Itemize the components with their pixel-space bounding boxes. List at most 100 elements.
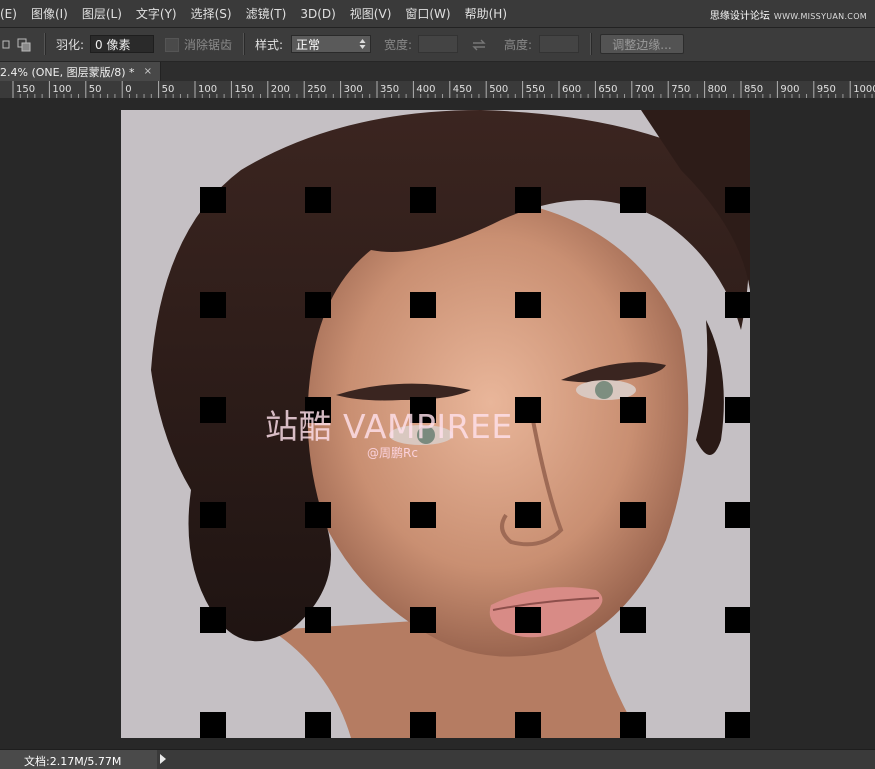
height-label: 高度: (504, 38, 533, 52)
ruler-label: 500 (489, 84, 508, 95)
menu-window[interactable]: 窗口(W) (399, 5, 456, 22)
mask-square (515, 292, 541, 318)
mask-square (200, 397, 226, 423)
updown-arrow-icon (359, 39, 366, 49)
document-size-text: 文档:2.17M/5.77M (24, 755, 122, 768)
menu-3d[interactable]: 3D(D) (294, 7, 341, 21)
overlay-title: 站酷 VAMPIREE (265, 407, 513, 446)
ruler-label: 100 (52, 84, 71, 95)
status-bar: 文档:2.17M/5.77M (0, 749, 875, 769)
ruler-label: 750 (671, 84, 690, 95)
watermark-text: 思缘设计论坛 (709, 11, 770, 22)
mask-square (725, 607, 750, 633)
ruler-label: 150 (16, 84, 35, 95)
mask-square (305, 607, 331, 633)
separator (44, 33, 46, 55)
ruler-label: 100 (198, 84, 217, 95)
mask-square (725, 187, 750, 213)
ruler-label: 200 (271, 84, 290, 95)
mask-square (620, 502, 646, 528)
document-tab-title: 2.4% (ONE, 图层蒙版/8) * (0, 65, 135, 79)
document-tab[interactable]: 2.4% (ONE, 图层蒙版/8) * × (0, 62, 161, 81)
mask-square (200, 502, 226, 528)
ruler-label: 50 (89, 84, 102, 95)
ruler-label: 0 (125, 84, 131, 95)
ruler-label: 450 (453, 84, 472, 95)
mask-square (200, 187, 226, 213)
style-select-value: 正常 (296, 37, 321, 52)
mask-square (410, 607, 436, 633)
mask-square (620, 607, 646, 633)
mask-square (515, 397, 541, 423)
ruler-label: 350 (380, 84, 399, 95)
ruler-label: 650 (598, 84, 617, 95)
status-menu-arrow-icon[interactable] (160, 754, 166, 764)
mask-square (410, 712, 436, 738)
document-canvas[interactable]: 站酷 VAMPIREE @周鹏Rc (121, 110, 750, 738)
menu-view[interactable]: 视图(V) (344, 5, 398, 22)
mask-square (200, 712, 226, 738)
mask-square (200, 607, 226, 633)
mask-square (515, 187, 541, 213)
width-label: 宽度: (384, 38, 413, 52)
style-select[interactable]: 正常 (291, 35, 371, 53)
ruler-label: 300 (344, 84, 363, 95)
ruler-label: 700 (635, 84, 654, 95)
mask-square (515, 502, 541, 528)
mask-square (305, 292, 331, 318)
mask-square (620, 397, 646, 423)
mask-square (305, 502, 331, 528)
menu-select[interactable]: 选择(S) (185, 5, 238, 22)
horizontal-ruler: 150 100 50 0 50 100 150 200 250 300 350 400 450 500 55… (0, 81, 875, 99)
mask-square (410, 502, 436, 528)
document-tabs: 2.4% (ONE, 图层蒙版/8) * × (0, 62, 875, 81)
ruler-label: 150 (234, 84, 253, 95)
feather-input[interactable]: 0 像素 (90, 35, 154, 53)
ruler-label: 900 (780, 84, 799, 95)
mask-square (305, 187, 331, 213)
refine-edge-button[interactable]: 调整边缘... (600, 34, 684, 54)
menu-filter[interactable]: 滤镜(T) (240, 5, 293, 22)
close-icon[interactable]: × (144, 66, 152, 77)
mask-square (200, 292, 226, 318)
mask-square (410, 292, 436, 318)
menu-image[interactable]: 图像(I) (25, 5, 74, 22)
ruler-label: 950 (817, 84, 836, 95)
swap-dimensions-icon[interactable] (471, 28, 487, 61)
separator (243, 33, 245, 55)
watermark-site: WWW.MISSYUAN.COM (773, 12, 867, 21)
ruler-label: 1000 (853, 84, 875, 95)
mask-square (515, 712, 541, 738)
height-input[interactable] (539, 35, 579, 53)
mask-square (515, 607, 541, 633)
menu-help[interactable]: 帮助(H) (459, 5, 513, 22)
menu-edit[interactable]: (E) (0, 7, 23, 21)
mask-square (725, 397, 750, 423)
antialias-label: 消除锯齿 (184, 38, 233, 52)
width-input[interactable] (418, 35, 458, 53)
separator (590, 33, 592, 55)
overlay-author: @周鹏Rc (367, 446, 418, 460)
ruler-label: 800 (708, 84, 727, 95)
mask-square (620, 292, 646, 318)
ruler-label: 400 (416, 84, 435, 95)
mask-square (410, 187, 436, 213)
ruler-label: 600 (562, 84, 581, 95)
selection-mode-icon[interactable] (0, 28, 14, 61)
menu-bar: (E) 图像(I) 图层(L) 文字(Y) 选择(S) 滤镜(T) 3D(D) … (0, 0, 875, 28)
mask-square (725, 502, 750, 528)
menu-type[interactable]: 文字(Y) (130, 5, 183, 22)
intersect-selection-icon[interactable] (17, 28, 31, 61)
antialias-checkbox[interactable] (165, 38, 179, 52)
ruler-label: 50 (162, 84, 175, 95)
mask-square (620, 187, 646, 213)
ruler-label: 250 (307, 84, 326, 95)
mask-square (725, 292, 750, 318)
menu-layer[interactable]: 图层(L) (76, 5, 128, 22)
options-bar: 羽化: 0 像素 消除锯齿 样式: 正常 宽度: 高度: 调整边缘... (0, 28, 875, 62)
feather-label: 羽化: (56, 38, 85, 52)
mask-square (305, 712, 331, 738)
style-label: 样式: (255, 38, 284, 52)
ruler-label: 850 (744, 84, 763, 95)
watermark: 思缘设计论坛 WWW.MISSYUAN.COM (710, 7, 867, 22)
